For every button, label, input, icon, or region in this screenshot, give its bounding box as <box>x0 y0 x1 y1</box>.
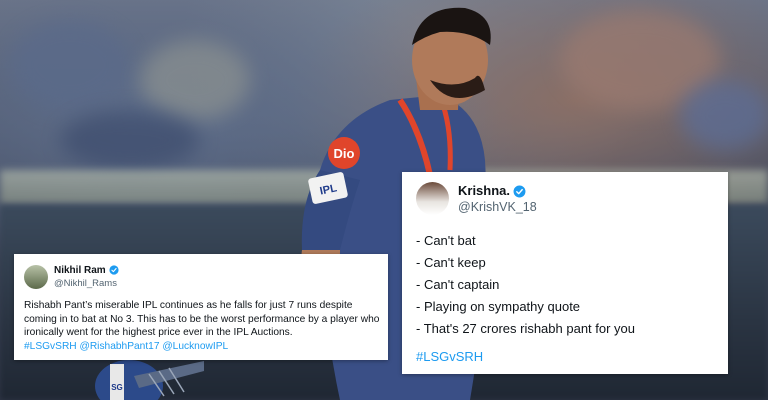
author-name-text[interactable]: Krishna. <box>458 183 510 198</box>
avatar[interactable] <box>24 265 48 289</box>
crowd-blur <box>680 80 768 150</box>
avatar[interactable] <box>416 182 449 215</box>
tweet-card-nikhil[interactable]: Nikhil Ram @Nikhil_Rams Rishabh Pant’s m… <box>14 254 388 360</box>
verified-badge-icon <box>109 265 119 275</box>
bat-helmet: SG <box>95 360 204 400</box>
tweet-line: - That's 27 crores rishabh pant for you <box>416 321 636 336</box>
tweet-body: Rishabh Pant’s miserable IPL continues a… <box>24 300 380 338</box>
tweet-author-handle[interactable]: @KrishVK_18 <box>458 200 537 214</box>
crowd-blur <box>60 110 200 170</box>
tweet-lines: - Can't bat - Can't keep - Can't captain… <box>416 230 726 340</box>
verified-badge-icon <box>513 185 526 198</box>
crowd-blur <box>140 40 250 120</box>
crowd-blur <box>10 20 130 110</box>
author-name-text[interactable]: Nikhil Ram <box>54 265 106 276</box>
tweet-author-name[interactable]: Nikhil Ram <box>54 265 119 276</box>
tweet-line: - Can't bat <box>416 233 476 248</box>
tweet-author-name[interactable]: Krishna. <box>458 183 526 198</box>
tweet-author-handle[interactable]: @Nikhil_Rams <box>54 278 117 289</box>
tweet-hashtag[interactable]: #LSGvSRH <box>416 349 483 364</box>
tweet-line: - Can't keep <box>416 255 486 270</box>
svg-text:SG: SG <box>111 383 123 392</box>
tweet-card-krishna[interactable]: Krishna. @KrishVK_18 - Can't bat - Can't… <box>402 172 728 374</box>
tweet-hashtags[interactable]: #LSGvSRH @RishabhPant17 @LucknowIPL <box>24 341 228 352</box>
sponsor-logo: Dio <box>334 146 355 161</box>
tweet-line: - Can't captain <box>416 277 500 292</box>
tweet-line: - Playing on sympathy quote <box>416 299 581 314</box>
tweet-text: Rishabh Pant’s miserable IPL continues a… <box>24 299 384 353</box>
